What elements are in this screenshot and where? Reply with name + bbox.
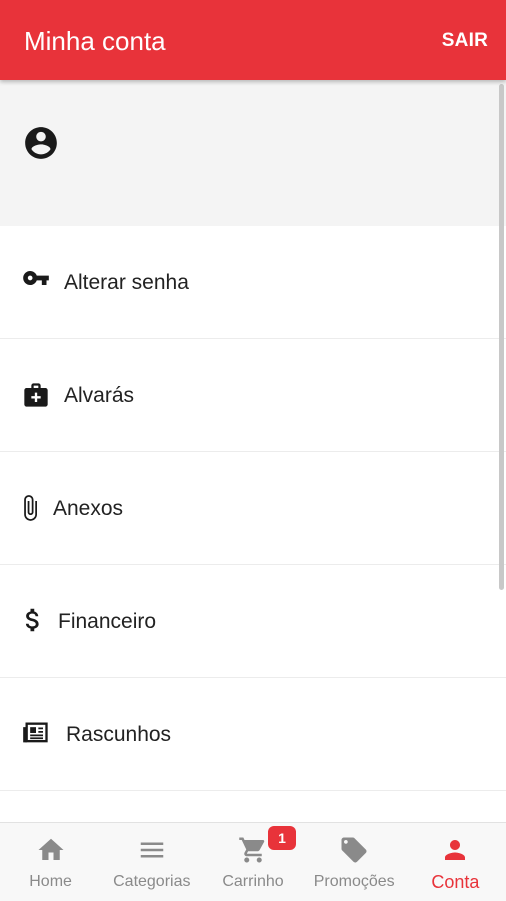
profile-header xyxy=(0,80,506,226)
cart-count-badge: 1 xyxy=(268,826,296,850)
nav-label: Home xyxy=(29,873,72,890)
person-icon xyxy=(445,840,466,860)
nav-label: Conta xyxy=(431,872,480,892)
scrollbar[interactable] xyxy=(499,84,504,590)
menu-item-rascunhos[interactable]: Rascunhos xyxy=(0,678,506,791)
account-circle-icon xyxy=(25,127,57,159)
menu-item-label: Alterar senha xyxy=(64,271,189,294)
menu-item-alterar-senha[interactable]: Alterar senha xyxy=(0,226,506,339)
nav-label: Promoções xyxy=(313,873,395,890)
menu-item-anexos[interactable]: Anexos xyxy=(0,452,506,565)
nav-item-conta[interactable]: Conta xyxy=(405,823,506,901)
menu-icon xyxy=(140,842,164,858)
app-bar: Minha conta SAIR xyxy=(0,0,506,80)
menu-item-label: Anexos xyxy=(53,497,124,520)
bottom-navigation: Home Categorias Carrinho Promoções Conta xyxy=(0,822,506,901)
tags-icon xyxy=(341,837,367,863)
dollar-icon xyxy=(25,608,39,632)
key-icon xyxy=(23,271,49,285)
menu-item-alvaras[interactable]: Alvarás xyxy=(0,339,506,452)
nav-item-home[interactable]: Home xyxy=(0,823,101,901)
nav-item-promocoes[interactable]: Promoções xyxy=(304,823,405,901)
page-title: Minha conta xyxy=(24,26,166,56)
newspaper-icon xyxy=(23,722,48,743)
menu-item-label: Rascunhos xyxy=(66,723,172,746)
cart-icon xyxy=(239,837,265,863)
menu-item-label: Financeiro xyxy=(58,610,157,633)
menu-item-financeiro[interactable]: Financeiro xyxy=(0,565,506,678)
account-menu: Alterar senha Alvarás Anexos Financeiro … xyxy=(0,226,506,791)
home-icon xyxy=(38,838,64,860)
nav-label: Carrinho xyxy=(222,873,284,890)
medical-bag-icon xyxy=(24,383,48,407)
menu-item-label: Alvarás xyxy=(64,384,135,407)
nav-item-categorias[interactable]: Categorias xyxy=(101,823,202,901)
nav-label: Categorias xyxy=(113,873,191,890)
logout-button[interactable]: SAIR xyxy=(442,30,488,52)
paperclip-icon xyxy=(24,495,37,521)
